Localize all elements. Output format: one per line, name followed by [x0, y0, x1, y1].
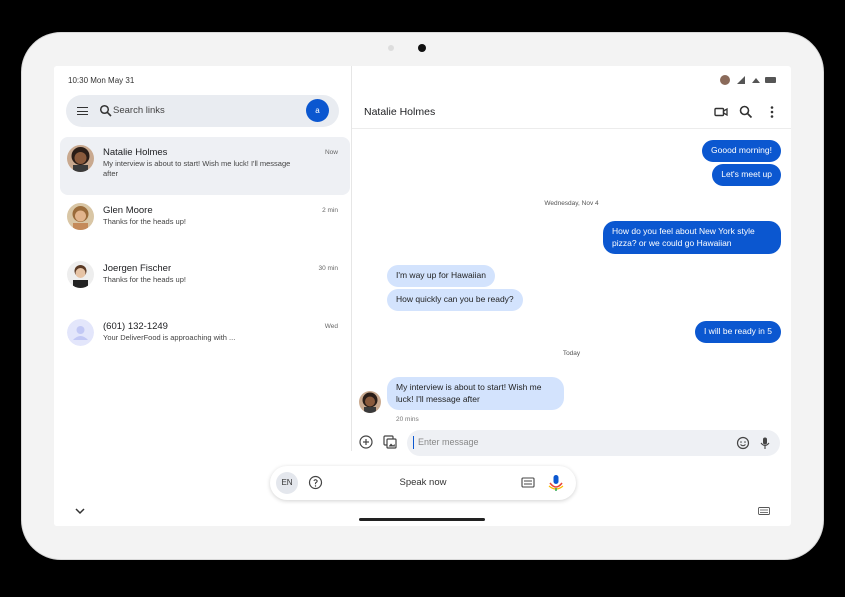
conversation-item[interactable]: Glen Moore Thanks for the heads up! 2 mi… [60, 195, 350, 253]
contact-name: Natalie Holmes [103, 147, 168, 158]
sensor-dot [388, 45, 394, 51]
message-snippet: Thanks for the heads up! [103, 217, 186, 226]
conversation-item[interactable]: Joergen Fischer Thanks for the heads up!… [60, 253, 350, 311]
message-time: 30 min [318, 265, 338, 272]
screen: 10:30 Mon May 31 Search links a Natalie … [54, 66, 791, 526]
message-input-placeholder: Enter message [418, 437, 479, 447]
keyboard-icon[interactable] [521, 476, 535, 489]
message-bubble-incoming[interactable]: How quickly can you be ready? [387, 289, 523, 311]
message-time: Now [324, 149, 338, 156]
video-call-icon[interactable] [713, 104, 729, 120]
conversation-list-panel: 10:30 Mon May 31 Search links a Natalie … [54, 66, 351, 526]
message-snippet: Thanks for the heads up! [103, 275, 186, 284]
message-snippet: Your DeliverFood is approaching with ... [103, 333, 236, 342]
text-caret [413, 436, 414, 449]
voice-input-bar: EN Speak now [270, 466, 576, 500]
message-bubble-outgoing[interactable]: Let's meet up [712, 164, 781, 186]
message-bubble-incoming[interactable]: My interview is about to start! Wish me … [387, 377, 564, 410]
mic-icon[interactable] [758, 436, 772, 450]
message-bubble-outgoing[interactable]: Goood morning! [702, 140, 781, 162]
search-icon[interactable] [738, 104, 754, 120]
add-icon[interactable] [359, 435, 373, 449]
search-input[interactable]: Search links [113, 105, 165, 116]
message-bubble-outgoing[interactable]: How do you feel about New York style piz… [603, 221, 781, 254]
contact-name: (601) 132-1249 [103, 321, 168, 332]
contact-avatar [67, 145, 94, 172]
status-bar-icons [720, 75, 776, 85]
contact-name: Joergen Fischer [103, 263, 172, 274]
home-gesture-bar[interactable] [359, 518, 485, 521]
conversation-item[interactable]: (601) 132-1249 Your DeliverFood is appro… [60, 311, 350, 369]
contact-avatar [67, 203, 94, 230]
thread-panel: Natalie Holmes Goood morning! Let's meet… [352, 66, 791, 526]
message-time: 2 min [322, 207, 338, 214]
account-avatar[interactable]: a [306, 99, 329, 122]
message-bubble-outgoing[interactable]: I will be ready in 5 [694, 321, 781, 343]
message-timestamp: 20 mins [396, 416, 419, 423]
contact-avatar [67, 319, 94, 346]
chevron-down-icon[interactable] [74, 507, 86, 515]
message-snippet: My interview is about to start! Wish me … [103, 159, 291, 178]
contact-name: Glen Moore [103, 205, 153, 216]
message-time: Wed [324, 323, 338, 330]
menu-icon[interactable] [77, 107, 88, 115]
mic-icon[interactable] [545, 472, 567, 494]
date-separator: Today [562, 350, 581, 357]
search-bar[interactable]: Search links a [66, 95, 339, 127]
header-divider [352, 128, 791, 129]
message-bubble-incoming[interactable]: I'm way up for Hawaiian [387, 265, 495, 287]
keyboard-icon[interactable] [758, 507, 770, 516]
conversation-item[interactable]: Natalie Holmes My interview is about to … [60, 137, 350, 195]
status-time: 10:30 Mon May 31 [68, 76, 135, 85]
contact-avatar [67, 261, 94, 288]
message-input[interactable]: Enter message [407, 430, 780, 456]
date-separator: Wednesday, Nov 4 [544, 200, 599, 207]
emoji-icon[interactable] [736, 436, 750, 450]
gallery-icon[interactable] [383, 435, 397, 449]
search-icon [99, 104, 112, 117]
sender-avatar [359, 391, 381, 413]
front-camera [418, 44, 426, 52]
more-vert-icon[interactable] [764, 104, 780, 120]
thread-title: Natalie Holmes [364, 106, 436, 118]
